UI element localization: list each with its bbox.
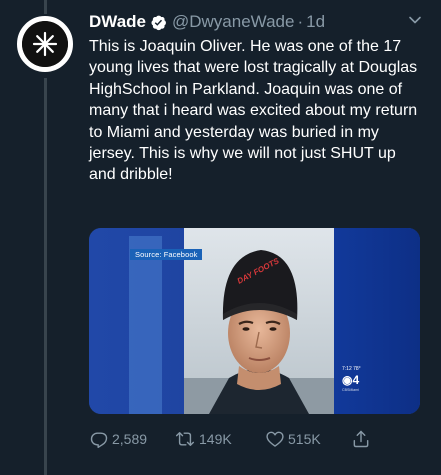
- tweet-text: This is Joaquin Oliver. He was one of th…: [89, 38, 418, 184]
- retweet-icon: [175, 432, 195, 446]
- source-label: Source: Facebook: [130, 249, 203, 260]
- verified-badge-icon: [150, 14, 167, 31]
- tweet[interactable]: DWade @DwyaneWade · 1d This is Joaquin O…: [0, 0, 441, 475]
- avatar-logo-icon: [22, 21, 68, 67]
- svg-text:7:12 78°: 7:12 78°: [342, 366, 361, 372]
- tweet-media-image[interactable]: DAY FOOTS 7:12 78° ◉4 CBSMiami Source: F…: [89, 228, 420, 414]
- header-separator: ·: [297, 12, 304, 31]
- caret-down-icon[interactable]: [407, 12, 423, 28]
- retweet-count: 149K: [199, 431, 232, 447]
- like-button[interactable]: 515K: [265, 428, 321, 450]
- reply-icon: [90, 432, 108, 449]
- reply-count: 2,589: [112, 431, 148, 447]
- tweet-header: DWade @DwyaneWade · 1d: [89, 11, 401, 33]
- reply-button[interactable]: 2,589: [89, 428, 147, 450]
- user-handle[interactable]: @DwyaneWade: [172, 12, 294, 32]
- like-count: 515K: [288, 431, 321, 447]
- svg-text:CBSMiami: CBSMiami: [342, 388, 359, 392]
- tweet-actions: 2,589 149K 515K: [89, 428, 389, 450]
- like-icon: [266, 431, 284, 447]
- retweet-button[interactable]: 149K: [174, 428, 232, 450]
- svg-text:◉4: ◉4: [342, 373, 359, 387]
- share-button[interactable]: [351, 428, 374, 450]
- thread-line-bottom: [44, 78, 47, 475]
- display-name[interactable]: DWade: [89, 12, 146, 32]
- timestamp[interactable]: 1d: [306, 12, 325, 32]
- thread-line-top: [44, 0, 47, 14]
- avatar[interactable]: [15, 14, 75, 74]
- share-icon: [353, 430, 369, 448]
